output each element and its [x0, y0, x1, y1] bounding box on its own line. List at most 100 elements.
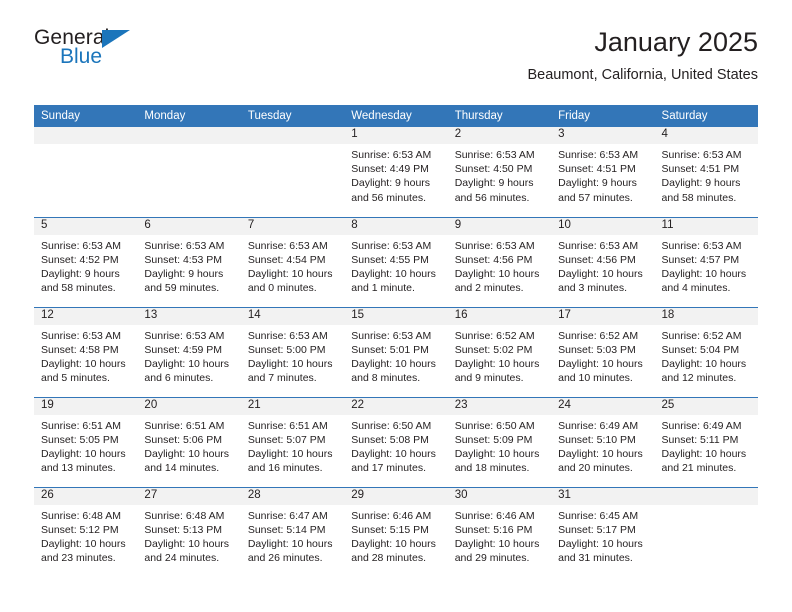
day-details: Sunrise: 6:53 AM Sunset: 5:01 PM Daylight:…: [344, 325, 447, 386]
day-number: 1: [344, 127, 448, 144]
calendar-page: General Blue January 2025 Beaumont, Cali…: [0, 0, 792, 612]
day-number: 4: [654, 127, 758, 144]
day-number: 13: [137, 307, 241, 325]
calendar-day-cell[interactable]: 21 Sunrise: 6:51 AM Sunset: 5:07 PM Dayligh…: [240, 396, 345, 487]
sunrise-text: Sunrise: 6:51 AM: [144, 419, 225, 432]
day-details: Sunrise: 6:53 AM Sunset: 5:00 PM Daylight:…: [241, 325, 344, 386]
calendar-day-cell[interactable]: 6 Sunrise: 6:53 AM Sunset: 4:53 PM Daylight…: [137, 216, 241, 307]
calendar-day-cell[interactable]: 7 Sunrise: 6:53 AM Sunset: 4:54 PM Daylight…: [240, 216, 345, 307]
day-number: 25: [654, 397, 758, 415]
sunset-text: Sunset: 5:12 PM: [41, 523, 119, 536]
day-number: 20: [137, 397, 241, 415]
daylight-text-line2: and 56 minutes.: [351, 191, 426, 204]
sunset-text: Sunset: 5:03 PM: [558, 343, 636, 356]
calendar-day-cell[interactable]: 29 Sunrise: 6:46 AM Sunset: 5:15 PM Dayligh…: [344, 486, 448, 577]
daylight-text-line2: and 4 minutes.: [661, 282, 731, 295]
calendar-day-cell[interactable]: 24 Sunrise: 6:49 AM Sunset: 5:10 PM Dayligh…: [551, 396, 655, 487]
sunrise-text: Sunrise: 6:50 AM: [454, 419, 535, 432]
day-details: Sunrise: 6:52 AM Sunset: 5:04 PM Daylight:…: [655, 325, 758, 386]
weekday-header-monday: Monday: [137, 105, 241, 127]
calendar-day-cell[interactable]: 25 Sunrise: 6:49 AM Sunset: 5:11 PM Dayligh…: [654, 396, 758, 487]
calendar-day-cell-empty: [654, 486, 758, 577]
day-details: Sunrise: 6:49 AM Sunset: 5:11 PM Daylight:…: [655, 415, 758, 476]
sunset-text: Sunset: 4:54 PM: [247, 253, 326, 266]
sunset-text: Sunset: 5:13 PM: [144, 523, 223, 536]
day-details: Sunrise: 6:53 AM Sunset: 4:56 PM Daylight:…: [448, 235, 551, 296]
day-details: Sunrise: 6:49 AM Sunset: 5:10 PM Daylight:…: [551, 415, 654, 476]
calendar-day-cell[interactable]: 27 Sunrise: 6:48 AM Sunset: 5:13 PM Dayligh…: [137, 486, 241, 577]
calendar-day-cell[interactable]: 23 Sunrise: 6:50 AM Sunset: 5:09 PM Dayligh…: [447, 396, 552, 487]
sunrise-text: Sunrise: 6:46 AM: [351, 509, 432, 522]
daylight-text-line1: Daylight: 10 hours: [247, 447, 333, 460]
calendar-table: Sunday Monday Tuesday Wednesday Thursday…: [34, 105, 758, 577]
calendar-day-cell[interactable]: 14 Sunrise: 6:53 AM Sunset: 5:00 PM Dayligh…: [240, 306, 345, 397]
day-number: [654, 487, 758, 505]
day-details: Sunrise: 6:50 AM Sunset: 5:08 PM Daylight:…: [344, 415, 447, 476]
calendar-week-row: 19 Sunrise: 6:51 AM Sunset: 5:05 PM Dayligh…: [34, 396, 758, 487]
day-details: Sunrise: 6:45 AM Sunset: 5:17 PM Daylight:…: [551, 505, 654, 566]
calendar-day-cell[interactable]: 20 Sunrise: 6:51 AM Sunset: 5:06 PM Dayligh…: [137, 396, 241, 487]
calendar-day-cell[interactable]: 12 Sunrise: 6:53 AM Sunset: 4:58 PM Dayligh…: [34, 306, 138, 397]
sunrise-text: Sunrise: 6:53 AM: [351, 329, 432, 342]
sunrise-text: Sunrise: 6:53 AM: [247, 239, 328, 252]
calendar-day-cell[interactable]: 31 Sunrise: 6:45 AM Sunset: 5:17 PM Dayligh…: [551, 486, 655, 577]
daylight-text-line2: and 14 minutes.: [144, 462, 220, 475]
daylight-text-line2: and 26 minutes.: [247, 552, 323, 565]
day-number: 26: [34, 487, 138, 505]
day-number: 16: [447, 307, 552, 325]
calendar-day-cell[interactable]: 10 Sunrise: 6:53 AM Sunset: 4:56 PM Dayligh…: [551, 216, 655, 307]
calendar-day-cell[interactable]: 4 Sunrise: 6:53 AM Sunset: 4:51 PM Daylight…: [654, 127, 758, 217]
calendar-day-cell[interactable]: 5 Sunrise: 6:53 AM Sunset: 4:52 PM Daylight…: [34, 216, 138, 307]
day-details: Sunrise: 6:53 AM Sunset: 4:51 PM Daylight:…: [655, 144, 758, 205]
calendar-week-row: 1 Sunrise: 6:53 AM Sunset: 4:49 PM Daylight…: [34, 127, 758, 217]
day-number: 27: [137, 487, 241, 505]
calendar-day-cell[interactable]: 13 Sunrise: 6:53 AM Sunset: 4:59 PM Dayligh…: [137, 306, 241, 397]
day-details: Sunrise: 6:46 AM Sunset: 5:16 PM Daylight:…: [448, 505, 551, 566]
daylight-text-line2: and 56 minutes.: [454, 191, 530, 204]
calendar-day-cell[interactable]: 19 Sunrise: 6:51 AM Sunset: 5:05 PM Dayligh…: [34, 396, 138, 487]
sunrise-text: Sunrise: 6:52 AM: [558, 329, 639, 342]
logo-secondary-text: Blue: [60, 45, 103, 68]
calendar-day-cell[interactable]: 28 Sunrise: 6:47 AM Sunset: 5:14 PM Dayligh…: [240, 486, 345, 577]
daylight-text-line2: and 9 minutes.: [454, 372, 524, 385]
sunset-text: Sunset: 4:59 PM: [144, 343, 223, 356]
sunrise-text: Sunrise: 6:49 AM: [661, 419, 742, 432]
daylight-text-line1: Daylight: 10 hours: [41, 537, 126, 550]
weekday-header-friday: Friday: [551, 105, 655, 127]
daylight-text-line2: and 6 minutes.: [144, 372, 214, 385]
sunrise-text: Sunrise: 6:46 AM: [454, 509, 535, 522]
daylight-text-line1: Daylight: 10 hours: [144, 537, 230, 550]
sunset-text: Sunset: 5:00 PM: [247, 343, 326, 356]
day-number: 14: [240, 307, 345, 325]
calendar-day-cell[interactable]: 11 Sunrise: 6:53 AM Sunset: 4:57 PM Dayligh…: [654, 216, 758, 307]
sunrise-text: Sunrise: 6:47 AM: [247, 509, 328, 522]
day-details: Sunrise: 6:53 AM Sunset: 4:58 PM Daylight:…: [34, 325, 137, 386]
calendar-day-cell[interactable]: 3 Sunrise: 6:53 AM Sunset: 4:51 PM Daylight…: [551, 127, 655, 217]
day-number: 12: [34, 307, 138, 325]
day-number: 31: [551, 487, 655, 505]
day-number: 15: [344, 307, 448, 325]
daylight-text-line1: Daylight: 10 hours: [454, 447, 540, 460]
day-number: 18: [654, 307, 758, 325]
calendar-day-cell[interactable]: 18 Sunrise: 6:52 AM Sunset: 5:04 PM Dayligh…: [654, 306, 758, 397]
sunrise-text: Sunrise: 6:48 AM: [41, 509, 121, 522]
daylight-text-line2: and 17 minutes.: [351, 462, 426, 475]
calendar-day-cell[interactable]: 26 Sunrise: 6:48 AM Sunset: 5:12 PM Dayligh…: [34, 486, 138, 577]
day-details: Sunrise: 6:53 AM Sunset: 4:52 PM Daylight:…: [34, 235, 137, 296]
calendar-day-cell[interactable]: 22 Sunrise: 6:50 AM Sunset: 5:08 PM Dayligh…: [344, 396, 448, 487]
calendar-day-cell[interactable]: 1 Sunrise: 6:53 AM Sunset: 4:49 PM Daylight…: [344, 127, 448, 217]
sunset-text: Sunset: 4:53 PM: [144, 253, 223, 266]
calendar-day-cell[interactable]: 30 Sunrise: 6:46 AM Sunset: 5:16 PM Dayligh…: [447, 486, 552, 577]
day-details: Sunrise: 6:48 AM Sunset: 5:13 PM Daylight:…: [137, 505, 240, 566]
daylight-text-line1: Daylight: 10 hours: [144, 357, 230, 370]
sunrise-text: Sunrise: 6:53 AM: [144, 329, 225, 342]
calendar-day-cell[interactable]: 8 Sunrise: 6:53 AM Sunset: 4:55 PM Daylight…: [344, 216, 448, 307]
daylight-text-line1: Daylight: 10 hours: [454, 357, 540, 370]
sunrise-text: Sunrise: 6:51 AM: [41, 419, 121, 432]
calendar-day-cell[interactable]: 9 Sunrise: 6:53 AM Sunset: 4:56 PM Daylight…: [447, 216, 552, 307]
calendar-day-cell[interactable]: 16 Sunrise: 6:52 AM Sunset: 5:02 PM Dayligh…: [447, 306, 552, 397]
calendar-day-cell[interactable]: 17 Sunrise: 6:52 AM Sunset: 5:03 PM Dayligh…: [551, 306, 655, 397]
calendar-day-cell[interactable]: 15 Sunrise: 6:53 AM Sunset: 5:01 PM Dayligh…: [344, 306, 448, 397]
calendar-day-cell[interactable]: 2 Sunrise: 6:53 AM Sunset: 4:50 PM Daylight…: [447, 127, 552, 217]
sunrise-text: Sunrise: 6:45 AM: [558, 509, 639, 522]
